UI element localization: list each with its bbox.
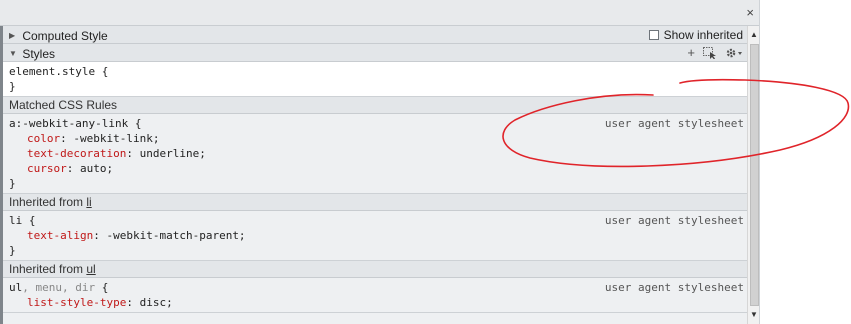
rule-origin: user agent stylesheet bbox=[604, 117, 744, 130]
inherited-rule-ul[interactable]: ul, menu, dir { user agent stylesheet li… bbox=[3, 278, 747, 313]
matched-rule-any-link[interactable]: a:-webkit-any-link { user agent styleshe… bbox=[3, 114, 747, 194]
scroll-up-arrow-icon[interactable]: ▲ bbox=[748, 28, 759, 42]
property-name[interactable]: color bbox=[27, 132, 60, 145]
property-value[interactable]: -webkit-link; bbox=[73, 132, 159, 145]
expand-triangle-icon[interactable]: ▶ bbox=[9, 27, 19, 45]
property-value[interactable]: auto; bbox=[80, 162, 113, 175]
inherited-prefix: Inherited from bbox=[9, 262, 87, 276]
element-state-icon[interactable] bbox=[703, 47, 717, 59]
computed-style-label: Computed Style bbox=[22, 28, 108, 43]
show-inherited-label: Show inherited bbox=[663, 28, 743, 42]
sidebar-content: ▶ Computed Style Show inherited ▼ Styles… bbox=[3, 26, 747, 324]
selector-main: ul bbox=[9, 281, 23, 294]
inherited-element-link[interactable]: ul bbox=[86, 262, 95, 276]
rule-close-brace: } bbox=[9, 244, 16, 257]
inherited-from-ul-header: Inherited from ul bbox=[3, 261, 747, 278]
matched-css-rules-header: Matched CSS Rules bbox=[3, 97, 747, 114]
add-rule-icon[interactable]: + bbox=[687, 44, 695, 62]
computed-style-header[interactable]: ▶ Computed Style Show inherited bbox=[3, 26, 747, 44]
property-name[interactable]: cursor bbox=[27, 162, 67, 175]
scrollbar-thumb[interactable] bbox=[750, 44, 759, 306]
inherited-prefix: Inherited from bbox=[9, 195, 87, 209]
show-inherited-toggle[interactable]: Show inherited bbox=[648, 26, 743, 44]
property-name[interactable]: list-style-type bbox=[27, 296, 126, 309]
css-property[interactable]: color: -webkit-link; bbox=[9, 131, 747, 146]
inherited-from-li-header: Inherited from li bbox=[3, 194, 747, 211]
vertical-scrollbar[interactable]: ▲ ▼ bbox=[747, 26, 759, 324]
styles-header[interactable]: ▼ Styles + bbox=[3, 44, 747, 62]
show-inherited-checkbox[interactable] bbox=[648, 30, 659, 40]
styles-toolbar: + bbox=[687, 44, 743, 62]
property-name[interactable]: text-align bbox=[27, 229, 93, 242]
rule-close-brace: } bbox=[9, 80, 16, 93]
rule-origin: user agent stylesheet bbox=[604, 281, 744, 294]
selector-brace: { bbox=[95, 281, 109, 294]
sidebar-toolbar: × bbox=[0, 0, 759, 26]
css-property[interactable]: list-style-type: disc; bbox=[9, 295, 747, 310]
css-property[interactable]: text-align: -webkit-match-parent; bbox=[9, 228, 747, 243]
rule-close-brace: } bbox=[9, 177, 16, 190]
inherited-rule-li[interactable]: li { user agent stylesheet text-align: -… bbox=[3, 211, 747, 261]
scrollbar-track[interactable] bbox=[749, 44, 759, 306]
rule-origin: user agent stylesheet bbox=[604, 214, 744, 227]
close-icon[interactable]: × bbox=[746, 5, 754, 20]
inherited-element-link[interactable]: li bbox=[86, 195, 91, 209]
property-value[interactable]: disc; bbox=[140, 296, 173, 309]
collapse-triangle-icon[interactable]: ▼ bbox=[9, 45, 19, 63]
styles-sidebar-pane: × ▶ Computed Style Show inherited ▼ Styl… bbox=[0, 0, 760, 324]
css-property[interactable]: text-decoration: underline; bbox=[9, 146, 747, 161]
styles-label: Styles bbox=[22, 46, 56, 61]
element-style-selector[interactable]: element.style { bbox=[9, 64, 747, 79]
property-value[interactable]: -webkit-match-parent; bbox=[106, 229, 245, 242]
gear-icon[interactable] bbox=[725, 47, 743, 59]
selector-unmatched: , menu, dir bbox=[22, 281, 96, 294]
property-value[interactable]: underline; bbox=[140, 147, 206, 160]
property-name[interactable]: text-decoration bbox=[27, 147, 126, 160]
scroll-down-arrow-icon[interactable]: ▼ bbox=[748, 308, 759, 322]
element-style-rule[interactable]: element.style { } bbox=[3, 62, 747, 97]
css-property[interactable]: cursor: auto; bbox=[9, 161, 747, 176]
